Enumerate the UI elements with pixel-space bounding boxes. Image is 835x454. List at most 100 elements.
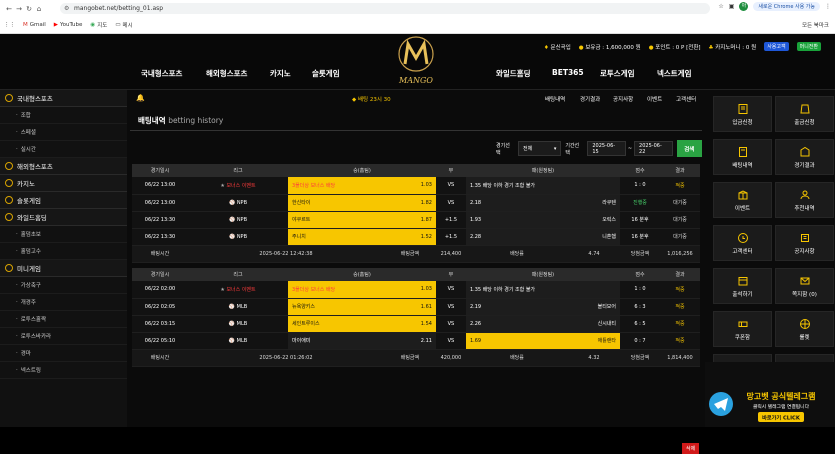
sidebar-item-15[interactable]: 경마: [0, 345, 127, 362]
star-icon[interactable]: ☆: [718, 3, 723, 10]
sidebar-item-9[interactable]: 홀덤고수: [0, 243, 127, 260]
extensions-icon[interactable]: ▣: [729, 3, 735, 10]
nav-overseas-sports[interactable]: 해외형스포츠: [206, 68, 247, 79]
bookmark-gmail[interactable]: M Gmail: [23, 22, 46, 28]
sidebar-section-6[interactable]: 슬롯게임: [0, 192, 127, 209]
away-team[interactable]: 니혼햄: [568, 228, 620, 246]
money-transfer-button[interactable]: 머니전환: [796, 42, 821, 51]
promo-button[interactable]: 바로가기 CLICK: [762, 414, 801, 422]
bookmark-maps[interactable]: ◉ 지도: [90, 21, 107, 29]
away-odds[interactable]: 2.28: [465, 228, 568, 246]
away-odds[interactable]: 1.35 배당 이하 경기 조합 불가: [465, 177, 568, 195]
sidebar-item-14[interactable]: 로투스바카라: [0, 328, 127, 345]
site-logo[interactable]: MANGO: [394, 34, 438, 90]
draw[interactable]: VS: [435, 315, 466, 333]
sidebar-item-11[interactable]: 가상축구: [0, 277, 127, 294]
home-team[interactable]: 3폴더상 보너스 배당: [288, 177, 384, 195]
home-team[interactable]: 세인트루이스: [288, 315, 384, 333]
sidebar-section-10[interactable]: 미니게임: [0, 260, 127, 277]
tile-deposit[interactable]: 입금신청: [713, 96, 772, 132]
draw[interactable]: VS: [435, 194, 466, 212]
away-team[interactable]: 신시내티: [568, 315, 620, 333]
back-icon[interactable]: ←: [4, 5, 14, 13]
home-team[interactable]: 야쿠르트: [288, 211, 384, 229]
reload-icon[interactable]: ↻: [24, 5, 34, 13]
home-odds[interactable]: 1.87: [383, 211, 436, 229]
draw[interactable]: VS: [435, 177, 466, 195]
sidebar-item-1[interactable]: 조합: [0, 107, 127, 124]
messages-link[interactable]: ♦ 문신곡입: [544, 43, 571, 51]
all-bookmarks[interactable]: 모든 북마크: [802, 21, 829, 29]
use-button[interactable]: 사용고객: [764, 42, 789, 51]
sidebar-item-2[interactable]: 스페셜: [0, 124, 127, 141]
sidebar-item-13[interactable]: 로투스홀짝: [0, 311, 127, 328]
home-odds[interactable]: 1.61: [383, 298, 436, 316]
forward-icon[interactable]: →: [14, 5, 24, 13]
draw[interactable]: VS: [435, 281, 466, 299]
nav-casino[interactable]: 카지노: [270, 68, 291, 79]
balance-link[interactable]: ● 보유금 : 1,600,000 원: [579, 43, 641, 51]
sidebar-item-8[interactable]: 홀덤초보: [0, 226, 127, 243]
subnav-betting[interactable]: 배팅내역: [545, 95, 565, 103]
site-info-icon[interactable]: ⚙: [64, 3, 69, 14]
away-team[interactable]: [568, 281, 620, 299]
tile-referral[interactable]: 추천내역: [775, 182, 834, 218]
bookmark-folder[interactable]: ▭ 메시: [115, 21, 132, 29]
away-team[interactable]: 볼티모어: [568, 298, 620, 316]
profile-avatar[interactable]: 아: [739, 2, 749, 11]
tile-messages[interactable]: 쪽지함 (0): [775, 268, 834, 304]
subnav-results[interactable]: 경기결과: [580, 95, 600, 103]
draw[interactable]: +1.5: [435, 211, 466, 229]
home-odds[interactable]: 1.54: [383, 315, 436, 333]
tile-event[interactable]: 이벤트: [713, 182, 772, 218]
tile-withdraw[interactable]: 출금신청: [775, 96, 834, 132]
home-team[interactable]: 한신타이: [288, 194, 384, 212]
tile-results[interactable]: 경기결과: [775, 139, 834, 175]
away-odds[interactable]: 1.69: [465, 332, 568, 350]
subnav-notice[interactable]: 공지사항: [613, 95, 633, 103]
tile-attendance[interactable]: 출석하기: [713, 268, 772, 304]
tile-bet-history[interactable]: 배팅내역: [713, 139, 772, 175]
apps-icon[interactable]: ⋮⋮: [4, 22, 15, 28]
away-odds[interactable]: 1.93: [465, 211, 568, 229]
away-odds[interactable]: 2.19: [465, 298, 568, 316]
subnav-event[interactable]: 이벤트: [647, 95, 662, 103]
sidebar-section-4[interactable]: 해외형스포츠: [0, 158, 127, 175]
tile-roulette[interactable]: 룰렛: [775, 311, 834, 347]
subnav-support[interactable]: 고객센터: [676, 95, 696, 103]
point-link[interactable]: ● 포인트 : 0 P [전환]: [649, 43, 701, 51]
home-odds[interactable]: 1.03: [383, 281, 436, 299]
home-team[interactable]: 뉴욕양키스: [288, 298, 384, 316]
home-team[interactable]: 주니치: [288, 228, 384, 246]
home-odds[interactable]: 1.52: [383, 228, 436, 246]
tile-notice[interactable]: 공지사항: [775, 225, 834, 261]
nav-wild-holdem[interactable]: 와일드홈딩: [496, 68, 531, 79]
sidebar-section-5[interactable]: 카지노: [0, 175, 127, 192]
tile-coupon[interactable]: 쿠폰함: [713, 311, 772, 347]
menu-icon[interactable]: ⋮: [825, 3, 831, 10]
draw[interactable]: VS: [435, 298, 466, 316]
delete-button[interactable]: 삭제: [682, 443, 700, 454]
away-odds[interactable]: 2.18: [465, 194, 568, 212]
sidebar-item-3[interactable]: 실시간: [0, 141, 127, 158]
nav-bet365[interactable]: BET365: [552, 68, 584, 77]
draw[interactable]: +1.5: [435, 228, 466, 246]
home-team[interactable]: 3폴더상 보너스 배당: [288, 281, 384, 299]
away-team[interactable]: 라쿠텐: [568, 194, 620, 212]
nav-slot[interactable]: 슬롯게임: [312, 68, 340, 79]
sidebar-item-16[interactable]: 넥스트링: [0, 362, 127, 379]
away-odds[interactable]: 2.26: [465, 315, 568, 333]
home-odds[interactable]: 1.82: [383, 194, 436, 212]
away-team[interactable]: [568, 177, 620, 195]
nav-domestic-sports[interactable]: 국내형스포츠: [141, 68, 182, 79]
home-odds[interactable]: 2.11: [383, 332, 436, 350]
nav-lotus[interactable]: 로투스게임: [600, 68, 635, 79]
address-bar[interactable]: ⚙ mangobet.net/betting_01.asp: [60, 3, 710, 14]
draw[interactable]: VS: [435, 332, 466, 350]
date-from-input[interactable]: 2025-06-15: [587, 141, 626, 156]
game-select[interactable]: 전체 ▾: [518, 141, 562, 156]
home-odds[interactable]: 1.03: [383, 177, 436, 195]
nav-next[interactable]: 넥스트게임: [657, 68, 692, 79]
away-odds[interactable]: 1.35 배당 이하 경기 조합 불가: [465, 281, 568, 299]
bookmark-youtube[interactable]: ▶ YouTube: [54, 22, 83, 28]
